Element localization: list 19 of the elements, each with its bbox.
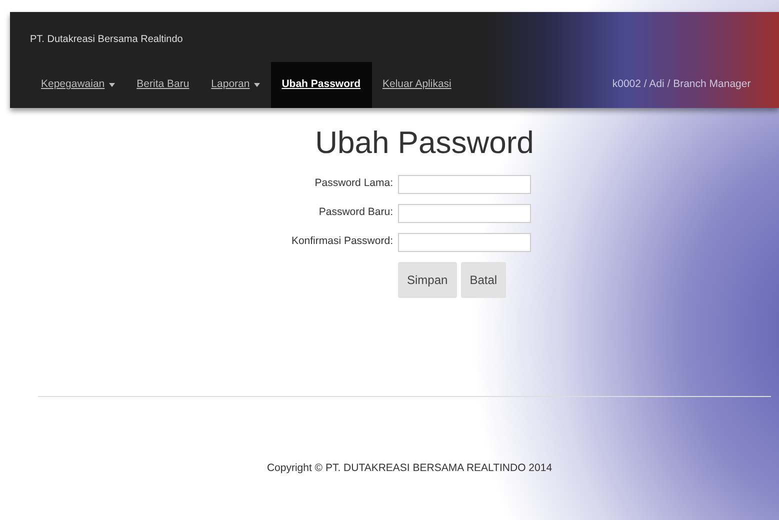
copyright-text: Copyright © PT. DUTAKREASI BERSAMA REALTINDO 2014	[266, 462, 552, 474]
input-field[interactable]	[398, 174, 531, 194]
field-label: Konfirmasi Password:	[291, 235, 393, 248]
input-field[interactable]	[398, 232, 531, 252]
input-field[interactable]	[398, 204, 531, 222]
user-info: k0002 / Adi / Branch Manager	[612, 77, 751, 92]
caret-icon	[254, 83, 260, 87]
cancel-button[interactable]: Batal	[460, 262, 506, 298]
page-title: Ubah Password	[314, 124, 535, 162]
save-button[interactable]: Simpan	[398, 262, 457, 298]
dropdown-menu-link[interactable]: Kepegawaian	[30, 62, 126, 108]
field-label: Password Lama:	[314, 177, 393, 190]
nav-link[interactable]: Ubah Password	[270, 62, 372, 108]
brand-name[interactable]: PT. Dutakreasi Bersama Realtindo	[30, 34, 183, 45]
caret-icon	[108, 83, 115, 87]
field-label: Password Baru:	[318, 206, 393, 218]
nav-link[interactable]: Berita Baru	[126, 62, 200, 108]
nav-link[interactable]: Keluar Aplikasi	[372, 62, 462, 108]
dropdown-menu-link[interactable]: Laporan	[200, 62, 271, 108]
